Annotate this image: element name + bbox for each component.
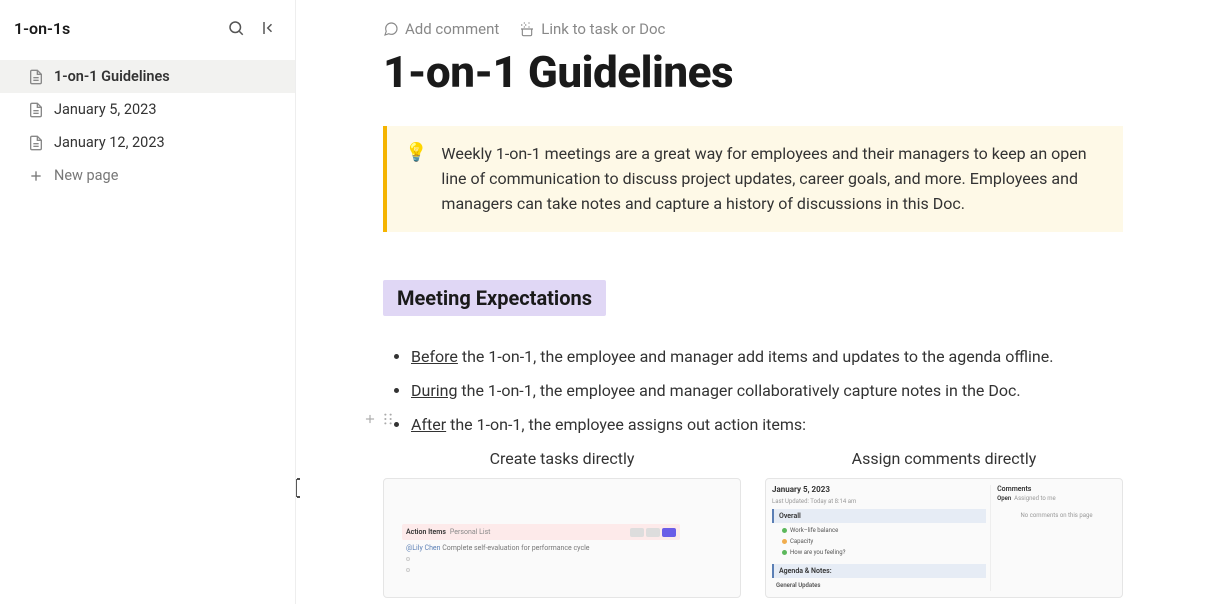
sidebar-item-label: January 5, 2023 — [54, 101, 156, 118]
list-item[interactable]: After the 1-on-1, the employee assigns o… — [411, 412, 1123, 438]
lightbulb-icon: 💡 — [405, 142, 427, 216]
search-icon[interactable] — [225, 17, 247, 39]
text-cursor-icon — [296, 478, 303, 498]
columns: Create tasks directly Action Items Perso… — [383, 449, 1123, 598]
main-content: Add comment Link to task or Doc 1-on-1 G… — [296, 0, 1210, 604]
plus-icon[interactable] — [363, 412, 377, 426]
list-item[interactable]: Before the 1-on-1, the employee and mana… — [411, 344, 1123, 370]
sidebar-item-jan12[interactable]: January 12, 2023 — [0, 126, 295, 159]
doc-actions-bar: Add comment Link to task or Doc — [383, 20, 1123, 38]
wand-icon — [519, 21, 535, 37]
comment-icon — [383, 21, 399, 37]
document-icon — [28, 102, 44, 118]
page-title[interactable]: 1-on-1 Guidelines — [383, 46, 1123, 98]
column-left: Create tasks directly Action Items Perso… — [383, 449, 741, 598]
sidebar-item-guidelines[interactable]: 1-on-1 Guidelines — [0, 60, 295, 93]
thumb-overall: Overall — [772, 509, 986, 523]
thumb-comments-title: Comments — [997, 485, 1116, 493]
new-page-label: New page — [54, 167, 118, 184]
thumbnail-assign-comments[interactable]: January 5, 2023 Last Updated: Today at 8… — [765, 478, 1123, 598]
new-page-button[interactable]: New page — [0, 159, 295, 192]
list-item[interactable]: During the 1-on-1, the employee and mana… — [411, 378, 1123, 404]
sidebar-nav: 1-on-1 Guidelines January 5, 2023 Januar… — [0, 56, 295, 604]
column-right: Assign comments directly January 5, 2023… — [765, 449, 1123, 598]
bullet-rest: the 1-on-1, the employee and manager add… — [458, 347, 1054, 366]
thumb-meta: Last Updated: Today at 8:14 am — [772, 498, 986, 505]
plus-icon — [28, 168, 44, 184]
document-icon — [28, 69, 44, 85]
link-task-button[interactable]: Link to task or Doc — [519, 20, 665, 38]
phase-after: After — [411, 415, 446, 434]
doc-container: Add comment Link to task or Doc 1-on-1 G… — [383, 20, 1123, 598]
sidebar-header-actions — [225, 17, 281, 39]
thumbnail-create-tasks[interactable]: Action Items Personal List @Lily Chen Co… — [383, 478, 741, 598]
add-comment-label: Add comment — [405, 20, 499, 38]
sidebar-item-label: 1-on-1 Guidelines — [54, 68, 170, 85]
expectations-list: Before the 1-on-1, the employee and mana… — [383, 344, 1123, 437]
thumb-task-row: @Lily Chen Complete self-evaluation for … — [406, 544, 680, 552]
sidebar-item-jan5[interactable]: January 5, 2023 — [0, 93, 295, 126]
phase-before: Before — [411, 347, 458, 366]
sidebar-item-label: January 12, 2023 — [54, 134, 165, 151]
callout-text: Weekly 1-on-1 meetings are a great way f… — [441, 142, 1105, 216]
column-heading-right: Assign comments directly — [765, 449, 1123, 468]
row-handle[interactable] — [363, 412, 393, 426]
column-heading-left: Create tasks directly — [383, 449, 741, 468]
thumb-agenda: Agenda & Notes: — [772, 564, 986, 578]
phase-during: During — [411, 381, 457, 400]
add-comment-button[interactable]: Add comment — [383, 20, 499, 38]
bullet-rest: the 1-on-1, the employee and manager col… — [457, 381, 1020, 400]
sidebar: 1-on-1s 1-on-1 Guidelines January 5, 202… — [0, 0, 296, 604]
workspace-title[interactable]: 1-on-1s — [14, 19, 70, 38]
thumb-action-items-label: Action Items — [406, 528, 446, 536]
collapse-sidebar-icon[interactable] — [259, 17, 281, 39]
sidebar-header: 1-on-1s — [0, 0, 295, 56]
document-icon — [28, 135, 44, 151]
link-task-label: Link to task or Doc — [541, 20, 665, 38]
drag-handle-icon[interactable] — [383, 412, 393, 426]
bullet-rest: the 1-on-1, the employee assigns out act… — [446, 415, 806, 434]
thumb-chip: Personal List — [450, 528, 491, 536]
callout-block[interactable]: 💡 Weekly 1-on-1 meetings are a great way… — [383, 126, 1123, 232]
thumb-date: January 5, 2023 — [772, 485, 986, 494]
section-heading[interactable]: Meeting Expectations — [383, 280, 606, 316]
